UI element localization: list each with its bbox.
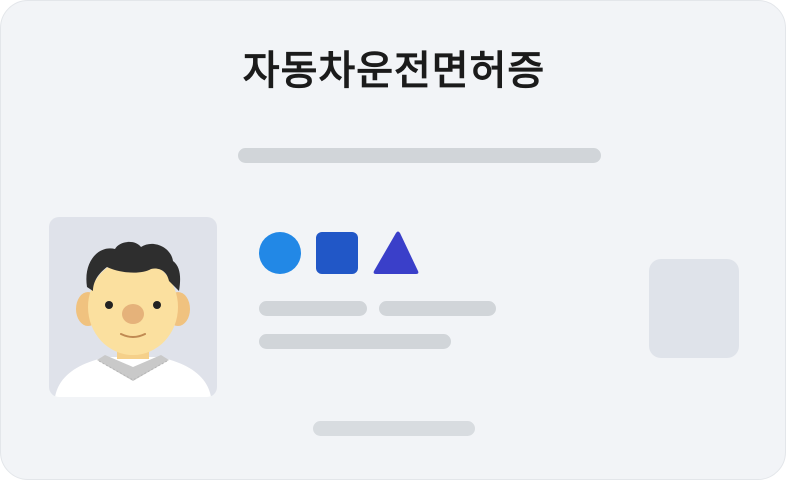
placeholder-line-b bbox=[379, 301, 496, 316]
placeholder-line-c bbox=[259, 334, 451, 349]
triangle-icon bbox=[373, 231, 419, 274]
shape-symbols bbox=[259, 231, 419, 274]
person-avatar-icon bbox=[49, 217, 217, 397]
placeholder-line-top bbox=[238, 148, 601, 163]
circle-icon bbox=[259, 232, 301, 274]
card-title: 자동차운전면허증 bbox=[242, 48, 546, 94]
ic-chip-icon bbox=[649, 259, 739, 358]
square-icon bbox=[316, 232, 358, 274]
license-card: 자동차운전면허증 bbox=[0, 0, 786, 480]
placeholder-line-bottom bbox=[313, 421, 475, 436]
placeholder-line-a bbox=[259, 301, 367, 316]
avatar-illustration bbox=[55, 241, 211, 397]
